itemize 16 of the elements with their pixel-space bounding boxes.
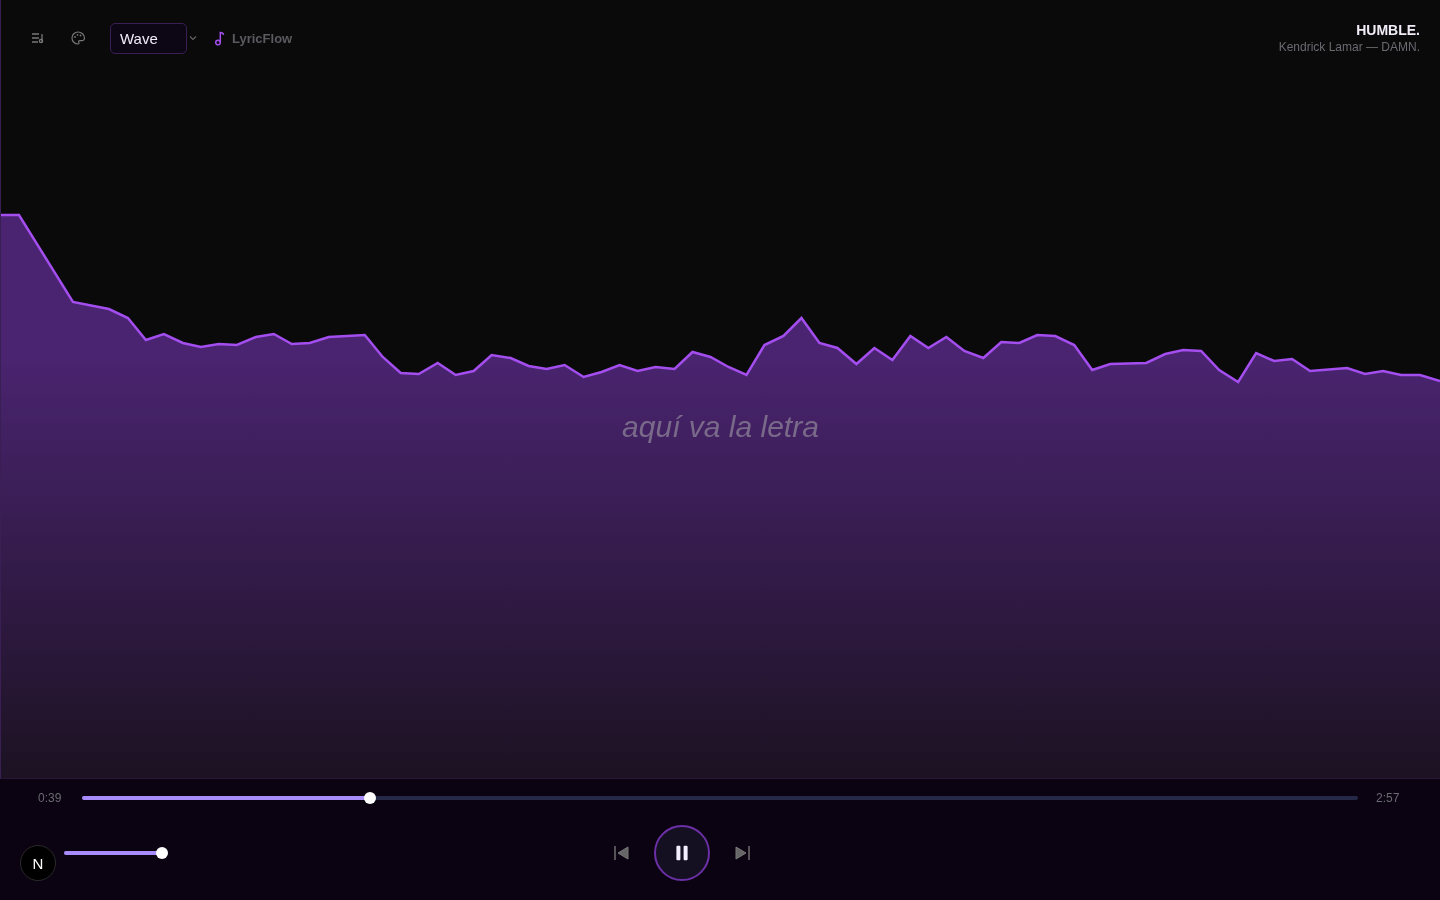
chevron-down-icon[interactable] [188, 33, 198, 43]
brand-name: LyricFlow [232, 30, 293, 46]
pause-icon [674, 843, 690, 863]
mode-select[interactable]: Wave [110, 22, 187, 54]
duration-time: 2:57 [1376, 791, 1401, 805]
previous-icon[interactable] [612, 843, 632, 863]
music-note-icon [214, 30, 226, 46]
dev-badge[interactable]: N [20, 845, 56, 881]
elapsed-time: 0:39 [38, 791, 63, 805]
track-title: HUMBLE. [1356, 22, 1420, 38]
lyric-text: aquí va la letra [622, 410, 819, 444]
next-icon[interactable] [732, 843, 752, 863]
play-pause-button[interactable] [654, 825, 710, 881]
playlist-icon[interactable] [30, 30, 46, 46]
palette-icon[interactable] [70, 30, 86, 46]
track-subtitle: Kendrick Lamar — DAMN. [1278, 40, 1420, 54]
